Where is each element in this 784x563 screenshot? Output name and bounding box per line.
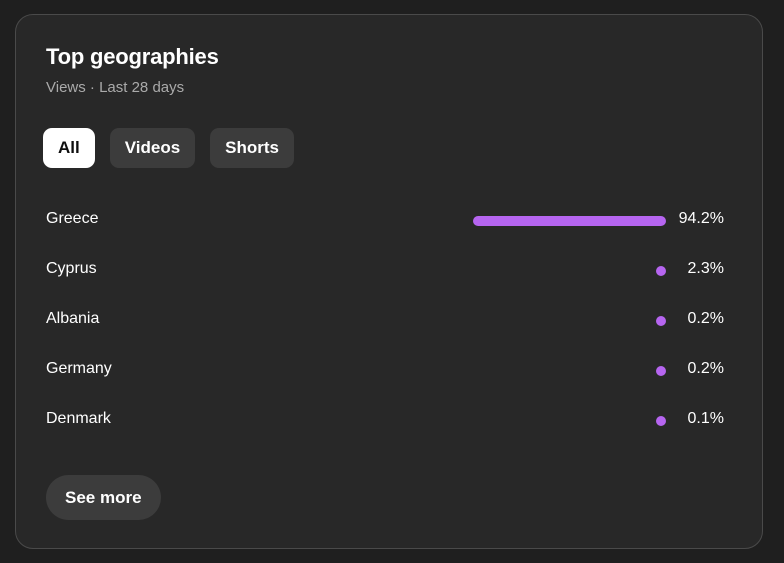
geography-row: Greece 94.2% bbox=[46, 196, 724, 246]
share-bar-track bbox=[473, 266, 666, 276]
country-name: Germany bbox=[46, 360, 112, 377]
see-more-button[interactable]: See more bbox=[46, 475, 161, 520]
geography-list: Greece 94.2% Cyprus 2.3% Albania 0.2% Ge… bbox=[46, 196, 724, 446]
geography-row: Denmark 0.1% bbox=[46, 396, 724, 446]
share-bar bbox=[656, 366, 666, 376]
share-bar-track bbox=[473, 366, 666, 376]
share-bar bbox=[473, 216, 666, 226]
share-percent: 0.2% bbox=[687, 310, 724, 327]
country-name: Greece bbox=[46, 210, 99, 227]
share-percent: 0.1% bbox=[687, 410, 724, 427]
filter-chip-all[interactable]: All bbox=[43, 128, 95, 168]
share-bar-track bbox=[473, 416, 666, 426]
share-percent: 0.2% bbox=[687, 360, 724, 377]
geography-row: Albania 0.2% bbox=[46, 296, 724, 346]
filter-chip-videos[interactable]: Videos bbox=[109, 128, 196, 168]
filter-chip-shorts[interactable]: Shorts bbox=[210, 128, 295, 168]
share-percent: 94.2% bbox=[678, 210, 724, 227]
country-name: Cyprus bbox=[46, 260, 97, 277]
filter-chips: All Videos Shorts bbox=[43, 128, 295, 168]
share-bar-track bbox=[473, 316, 666, 326]
share-percent: 2.3% bbox=[687, 260, 724, 277]
geography-row: Cyprus 2.3% bbox=[46, 246, 724, 296]
share-bar bbox=[656, 266, 666, 276]
share-bar bbox=[656, 416, 666, 426]
share-bar bbox=[656, 316, 666, 326]
geography-row: Germany 0.2% bbox=[46, 346, 724, 396]
country-name: Denmark bbox=[46, 410, 111, 427]
card-title: Top geographies bbox=[46, 44, 219, 69]
share-bar-track bbox=[473, 216, 666, 226]
card-subtitle: Views · Last 28 days bbox=[46, 79, 185, 96]
country-name: Albania bbox=[46, 310, 100, 327]
top-geographies-card: Top geographies Views · Last 28 days All… bbox=[15, 14, 763, 549]
